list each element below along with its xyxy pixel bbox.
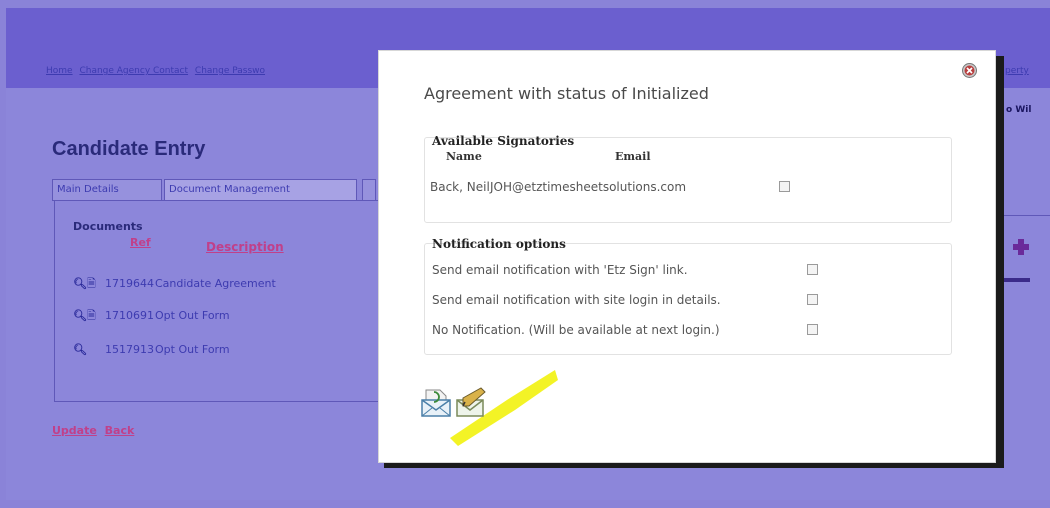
nav-link-home[interactable]: Home	[46, 66, 73, 76]
back-link[interactable]: Back	[105, 424, 135, 437]
column-header-name: Name	[446, 150, 482, 163]
column-header-ref[interactable]: Ref	[130, 236, 151, 249]
document-row: 🔍︎🗎 1719644Candidate Agreement	[73, 275, 276, 294]
tab-main-details[interactable]: Main Details	[52, 179, 162, 201]
magnifier-icon[interactable]: 🔍︎	[73, 277, 87, 290]
panel-divider	[1000, 215, 1050, 216]
sign-document-icon[interactable]	[455, 386, 489, 418]
file-icon[interactable]: 🗎	[87, 307, 103, 326]
tab-next[interactable]	[362, 179, 376, 201]
email-icon[interactable]	[420, 386, 452, 418]
magnifier-icon[interactable]: 🔍︎	[73, 343, 87, 356]
dialog-title: Agreement with status of Initialized	[424, 84, 709, 103]
signatory-name: Back, Neil	[430, 180, 490, 194]
document-row: 🔍︎🗎 1710691Opt Out Form	[73, 307, 230, 326]
nav-link-change-password[interactable]: Change Passwo	[195, 66, 265, 76]
tab-document-management[interactable]: Document Management	[164, 179, 357, 200]
remove-icon[interactable]	[1000, 278, 1030, 282]
notification-option-site-login-label: Send email notification with site login …	[432, 293, 721, 307]
page-title: Candidate Entry	[52, 138, 206, 160]
update-link[interactable]: Update	[52, 424, 97, 437]
signatory-email: JOH@etztimesheetsolutions.com	[490, 180, 687, 194]
close-icon[interactable]	[962, 63, 977, 78]
notification-option-etz-sign-checkbox[interactable]	[807, 264, 818, 275]
notification-option-etz-sign-label: Send email notification with 'Etz Sign' …	[432, 263, 688, 277]
document-ref: 1517913	[105, 343, 154, 356]
file-icon[interactable]: 🗎	[87, 275, 103, 294]
signatories-legend: Available Signatories	[432, 134, 575, 148]
nav-link-change-agency-contact[interactable]: Change Agency Contact	[79, 66, 188, 76]
nav-link-property[interactable]: perty	[1005, 66, 1029, 76]
magnifier-icon[interactable]: 🔍︎	[73, 309, 87, 322]
column-header-description[interactable]: Description	[206, 240, 284, 254]
notification-option-none-checkbox[interactable]	[807, 324, 818, 335]
notification-option-none-label: No Notification. (Will be available at n…	[432, 323, 720, 337]
user-name: o Wil	[1006, 105, 1032, 115]
document-description: Opt Out Form	[155, 309, 230, 322]
document-ref: 1710691	[105, 309, 154, 322]
add-icon[interactable]	[1012, 238, 1030, 256]
column-header-email: Email	[615, 150, 651, 163]
signatory-checkbox[interactable]	[779, 181, 790, 192]
notification-legend: Notification options	[432, 237, 566, 251]
documents-label: Documents	[73, 220, 143, 233]
top-navigation: Home Change Agency Contact Change Passwo	[46, 66, 269, 76]
document-row: 🔍︎ 1517913Opt Out Form	[73, 343, 230, 356]
document-ref: 1719644	[105, 277, 154, 290]
document-description: Candidate Agreement	[155, 277, 276, 290]
document-description: Opt Out Form	[155, 343, 230, 356]
notification-option-site-login-checkbox[interactable]	[807, 294, 818, 305]
page-actions: Update Back	[52, 424, 138, 437]
